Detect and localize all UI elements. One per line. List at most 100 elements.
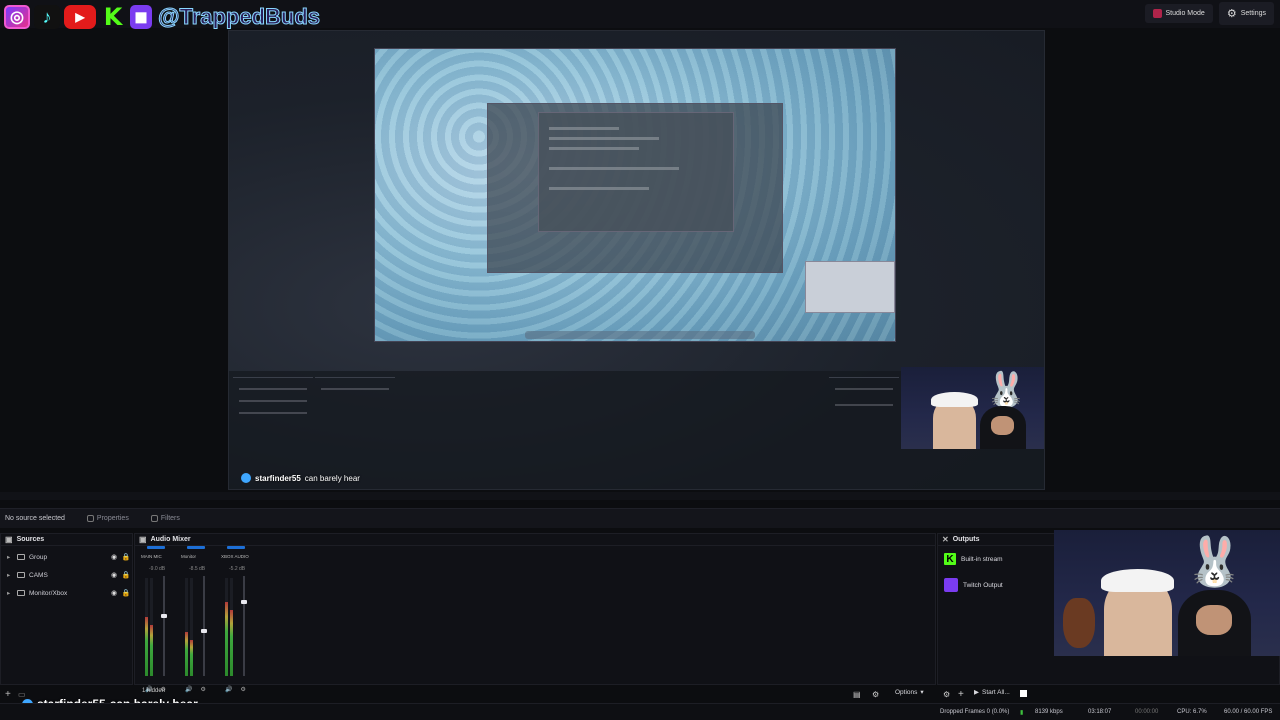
folder-icon (17, 572, 25, 578)
channel-tag (187, 546, 205, 549)
source-item[interactable]: ▸ Group ◉ 🔒 (1, 548, 132, 566)
close-icon[interactable]: ✕ (942, 535, 949, 544)
nested-preview-2 (487, 103, 783, 273)
audio-mixer-dock: ▣ Audio Mixer MAIN MIC -9.0 dB 🔊 ⚙ Monitor -8… (134, 533, 936, 693)
volume-meter (145, 578, 148, 676)
channel-db: -9.0 dB (149, 566, 166, 572)
channel-db: -5.2 dB (229, 566, 246, 572)
dropped-frames: Dropped Frames 0 (0.0%) (940, 709, 1010, 715)
sources-dock: ▣ Sources ▸ Group ◉ 🔒 ▸ CAMS ◉ 🔒 ▸ Monit… (0, 533, 133, 685)
chevron-right-icon[interactable]: ▸ (7, 589, 17, 597)
volume-meter (185, 578, 188, 676)
fps: 60.00 / 60.00 FPS (1224, 709, 1273, 715)
fader-knob[interactable] (201, 629, 207, 633)
fader-knob[interactable] (161, 614, 167, 618)
kick-icon: K (103, 3, 123, 31)
nested-dock (525, 331, 755, 339)
twitch-icon: ◼ (130, 5, 152, 29)
eye-icon[interactable]: ◉ (108, 571, 120, 579)
mixer-hidden-label: 1 hidden (142, 688, 166, 694)
channel-name: MAIN MIC (141, 554, 162, 559)
properties-button[interactable]: Properties (86, 515, 129, 522)
stream-time: 03:18:07 (1088, 709, 1112, 715)
channel-tag (227, 546, 245, 549)
dock-icon: ▣ (5, 535, 13, 544)
volume-fader[interactable] (201, 576, 207, 676)
chat-username: starfinder55 (255, 473, 301, 483)
volume-fader[interactable] (161, 576, 167, 676)
gear-icon[interactable]: ⚙ (872, 690, 879, 699)
folder-icon (17, 554, 25, 560)
webcam-overlay: 🐰 (1054, 530, 1280, 656)
kick-icon: K (944, 553, 956, 565)
options-dropdown[interactable]: Options ▾ (895, 688, 924, 697)
lock-icon[interactable]: 🔒 (120, 553, 132, 561)
add-icon[interactable]: + (5, 689, 11, 700)
dock-icon: ▣ (139, 535, 147, 544)
volume-meter (230, 578, 233, 676)
preview-bottom-strip (0, 492, 1280, 500)
volume-meter (190, 578, 193, 676)
gear-icon (86, 515, 94, 522)
studio-mode-icon (1152, 9, 1162, 18)
top-right-controls: Studio Mode ⚙ Settings (1144, 2, 1274, 25)
source-item[interactable]: ▸ Monitor/Xbox ◉ 🔒 (1, 584, 132, 602)
youtube-icon: ▶ (64, 5, 96, 29)
channel-db: -8.5 dB (189, 566, 206, 572)
mixer-channel: Monitor -8.5 dB 🔊 ⚙ (181, 546, 219, 693)
filter-icon (150, 515, 158, 522)
status-bar: Dropped Frames 0 (0.0%) ▮ 8139 kbps 03:1… (0, 703, 1280, 720)
cpu-usage: CPU: 6.7% (1177, 709, 1207, 715)
eye-icon[interactable]: ◉ (108, 553, 120, 561)
instagram-icon: ◎ (4, 5, 30, 29)
chat-text: can barely hear (304, 473, 360, 483)
fader-knob[interactable] (241, 600, 247, 604)
channel-handle: @TrappedBuds (157, 4, 321, 30)
bunny-logo: 🐰 (985, 370, 1028, 410)
nested-preview-1 (374, 48, 896, 342)
webcam-overlay-small: 🐰 (901, 367, 1044, 449)
gear-icon: ⚙ (1226, 7, 1237, 20)
preview-canvas[interactable]: 🐰 starfinder55 can barely hear (228, 30, 1045, 490)
volume-meter (225, 578, 228, 676)
channel-name: Monitor (181, 554, 197, 559)
settings-label: Settings (1240, 10, 1266, 17)
sources-title: ▣ Sources (1, 534, 132, 546)
mixer-channel: MAIN MIC -9.0 dB 🔊 ⚙ (141, 546, 179, 693)
filters-button[interactable]: Filters (150, 515, 180, 522)
chevron-right-icon[interactable]: ▸ (7, 571, 17, 579)
add-icon[interactable]: + (958, 689, 964, 700)
folder-icon (17, 590, 25, 596)
source-toolbar: No source selected Properties Filters (0, 508, 1280, 528)
chevron-right-icon[interactable]: ▸ (7, 553, 17, 561)
preview-chat-message: starfinder55 can barely hear (241, 473, 360, 483)
play-icon: ▶ (974, 689, 979, 696)
channel-tag (147, 546, 165, 549)
nested-webcam (805, 261, 895, 313)
settings-button[interactable]: ⚙ Settings (1218, 2, 1274, 25)
volume-fader[interactable] (241, 576, 247, 676)
list-view-icon[interactable]: ▤ (853, 690, 861, 699)
studio-mode-label: Studio Mode (1165, 10, 1205, 17)
twitch-icon (944, 578, 958, 592)
chat-bubble-icon (241, 473, 251, 483)
start-all-button[interactable]: ▶ Start All... (974, 688, 1010, 697)
studio-mode-button[interactable]: Studio Mode (1144, 4, 1213, 23)
no-source-label: No source selected (5, 515, 65, 522)
source-item[interactable]: ▸ CAMS ◉ 🔒 (1, 566, 132, 584)
lock-icon[interactable]: 🔒 (120, 589, 132, 597)
stop-icon[interactable] (1020, 690, 1027, 697)
lock-icon[interactable]: 🔒 (120, 571, 132, 579)
mixer-channel: XBOX AUDIO -5.2 dB 🔊 ⚙ (221, 546, 259, 693)
bitrate: 8139 kbps (1035, 709, 1063, 715)
rec-time: 00:00:00 (1135, 709, 1159, 715)
gear-icon[interactable]: ⚙ (943, 690, 950, 699)
guitar (1063, 598, 1095, 649)
tiktok-icon: ♪ (34, 5, 60, 29)
signal-icon: ▮ (1020, 710, 1024, 716)
chevron-down-icon: ▾ (920, 689, 924, 696)
bunny-logo: 🐰 (1184, 534, 1245, 590)
audio-mixer-title: ▣ Audio Mixer (135, 534, 935, 546)
eye-icon[interactable]: ◉ (108, 589, 120, 597)
channel-name: XBOX AUDIO (221, 554, 249, 559)
